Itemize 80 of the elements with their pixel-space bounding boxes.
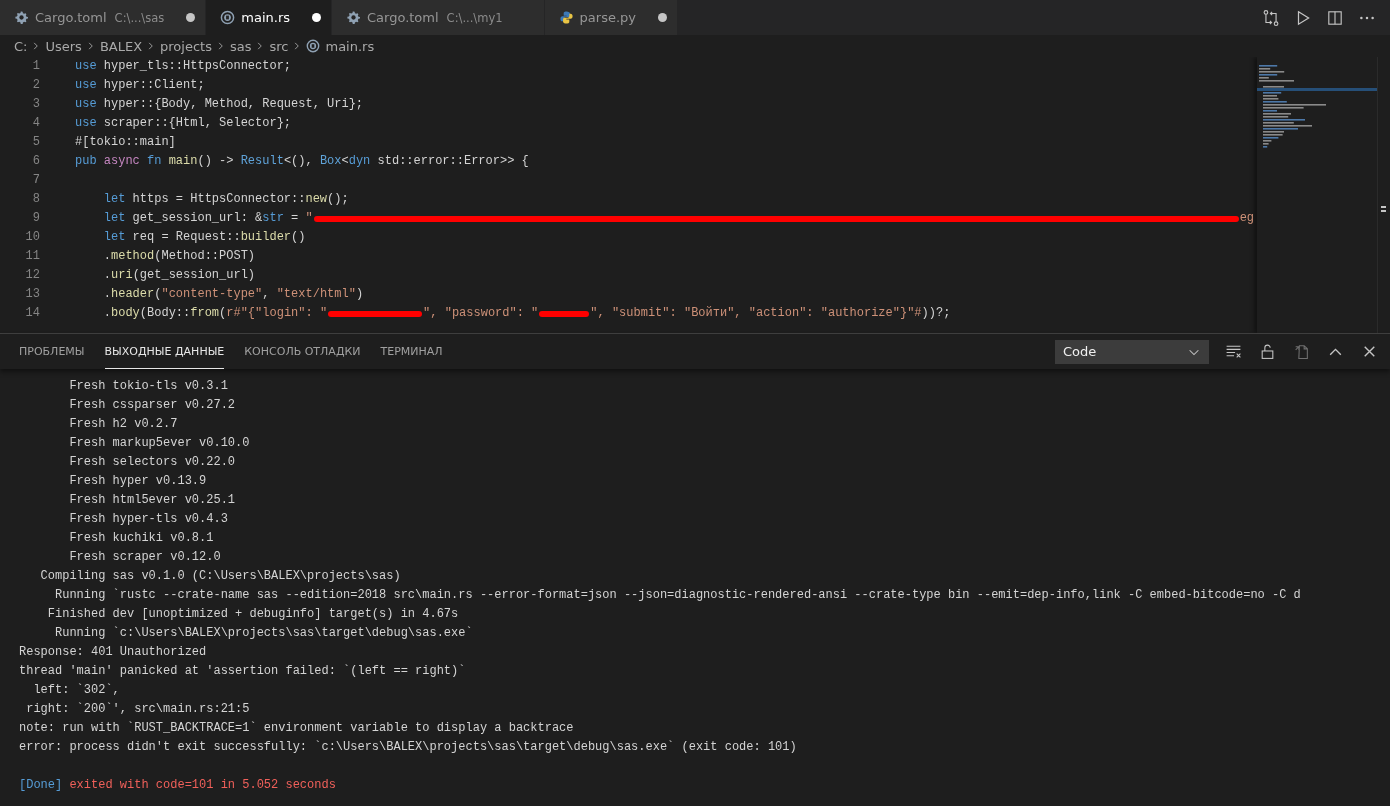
code-text: use hyper::{Body, Method, Request, Uri}; <box>75 96 364 113</box>
output-line: left: `302`, <box>32 682 121 699</box>
panel-tab[interactable]: ПРОБЛЕМЫ <box>19 334 85 369</box>
python-file-icon <box>558 10 574 25</box>
output-line: Fresh selectors v0.22.0 <box>68 454 237 471</box>
unsaved-dot-icon[interactable] <box>658 13 667 22</box>
output-line: Fresh hyper v0.13.9 <box>68 473 208 490</box>
editor-tab[interactable]: Cargo.toml C:\...\my1 <box>332 0 545 35</box>
code-text: let req = Request::builder() <box>102 229 306 246</box>
code-text: eg <box>1239 210 1255 227</box>
line-number: 14 <box>24 305 40 322</box>
breadcrumb-item[interactable]: BALEX <box>99 38 143 54</box>
code-text: use hyper_tls::HttpsConnector; <box>75 58 292 75</box>
breadcrumb-item[interactable]: main.rs <box>306 38 375 54</box>
panel-tab[interactable]: ВЫХОДНЫЕ ДАННЫЕ <box>104 334 225 369</box>
code-text: .uri(get_session_url) <box>102 267 256 284</box>
code-text: .method(Method::POST) <box>102 248 256 265</box>
unsaved-dot-icon[interactable] <box>186 13 196 22</box>
line-number: 4 <box>31 115 40 132</box>
breadcrumb-item[interactable]: C: <box>14 38 28 54</box>
output-line: Fresh kuchiki v0.8.1 <box>68 530 215 547</box>
code-text: .body(Body::from(r#"{"login": " <box>102 305 328 322</box>
panel-tab[interactable]: ТЕРМИНАЛ <box>380 334 443 369</box>
output-line: Running `rustc --crate-name sas --edition=2018 src\main.rs --error-format=json --json=diagnostic-rendered-ansi --crate-type bin --emit=dep-info,link -C embed-bitcode=no -C d <box>54 587 1302 604</box>
output-line: note: run with `RUST_BACKTRACE=1` environment variable to display a backtrace <box>19 720 575 737</box>
compare-icon[interactable] <box>1262 8 1280 27</box>
code-text: pub async fn main() -> Result<(), Box<dyn std::error::Error>> { <box>75 153 529 170</box>
output-line: Fresh cssparser v0.27.2 <box>68 397 237 414</box>
code-text: use hyper::Client; <box>75 77 205 94</box>
breadcrumb-item[interactable]: Users <box>45 38 82 54</box>
output-line: Compiling sas v0.1.0 (C:\Users\BALEX\projects\sas) <box>39 568 402 585</box>
output-line: Finished dev [unoptimized + debuginfo] target(s) in 4.67s <box>46 606 460 623</box>
line-number: 10 <box>24 229 40 246</box>
line-number: 2 <box>31 77 40 94</box>
breadcrumb-item[interactable]: sas <box>229 38 252 54</box>
output-line: right: `200`', src\main.rs:21:5 <box>25 701 251 718</box>
line-number: 8 <box>31 191 40 208</box>
line-number: 7 <box>31 172 40 189</box>
line-number: 5 <box>31 134 40 151</box>
line-number: 3 <box>31 96 40 113</box>
gear-icon <box>14 10 29 25</box>
code-text: .header("content-type", "text/html") <box>102 286 364 303</box>
output-line: Fresh markup5ever v0.10.0 <box>68 435 251 452</box>
unsaved-dot-icon[interactable] <box>312 13 321 22</box>
code-text: let get_session_url: &str = " <box>102 210 313 227</box>
line-number: 9 <box>31 210 40 227</box>
code-text: ", "password": " <box>423 305 539 322</box>
output-line: Fresh tokio-tls v0.3.1 <box>68 378 229 395</box>
breadcrumb-item[interactable]: projects <box>160 38 212 54</box>
breadcrumb-item[interactable]: src <box>269 38 289 54</box>
code-text: #[tokio::main] <box>75 134 176 151</box>
output-line: thread 'main' panicked at 'assertion failed: `(left == right)` <box>19 663 467 680</box>
line-number: 6 <box>31 153 40 170</box>
output-line: Fresh scraper v0.12.0 <box>68 549 222 566</box>
open-in-editor-icon[interactable] <box>1293 343 1310 360</box>
editor-tab[interactable]: main.rs <box>206 0 332 35</box>
editor-tab[interactable]: Cargo.toml C:\...\sas <box>0 0 207 35</box>
output-line: Fresh hyper-tls v0.4.3 <box>68 511 229 528</box>
gear-icon <box>346 10 361 25</box>
clear-output-icon[interactable] <box>1225 343 1242 360</box>
panel-tab[interactable]: КОНСОЛЬ ОТЛАДКИ <box>244 334 361 369</box>
output-line: error: process didn't exit successfully: `c:\Users\BALEX\projects\sas\target\debug\sas.exe` (exit code: 101) <box>19 739 798 756</box>
output-channel-dropdown[interactable]: Code <box>1055 339 1209 364</box>
code-text: use scraper::{Html, Selector}; <box>75 115 292 132</box>
output-line: Fresh h2 v0.2.7 <box>68 416 179 433</box>
code-text: let https = HttpsConnector::new(); <box>102 191 349 208</box>
output-line: [Done] exited with code=101 in 5.052 seconds <box>19 777 337 794</box>
line-number: 1 <box>31 58 40 75</box>
split-editor-icon[interactable] <box>1326 8 1344 27</box>
output-line: Response: 401 Unauthorized <box>19 644 208 661</box>
code-text: ", "submit": "Войти", "action": "authorize"}"#))?; <box>590 305 951 322</box>
line-number: 11 <box>24 248 40 265</box>
output-line: Fresh html5ever v0.25.1 <box>68 492 237 509</box>
unlock-icon[interactable] <box>1259 343 1276 360</box>
editor-tab[interactable]: parse.py <box>544 0 678 35</box>
output-line: Running `c:\Users\BALEX\projects\sas\target\debug\sas.exe` <box>54 625 474 642</box>
redaction-mark <box>539 310 590 317</box>
scrollbar-marker-icon <box>1380 203 1388 215</box>
line-number: 12 <box>24 267 40 284</box>
line-number: 13 <box>24 286 40 303</box>
